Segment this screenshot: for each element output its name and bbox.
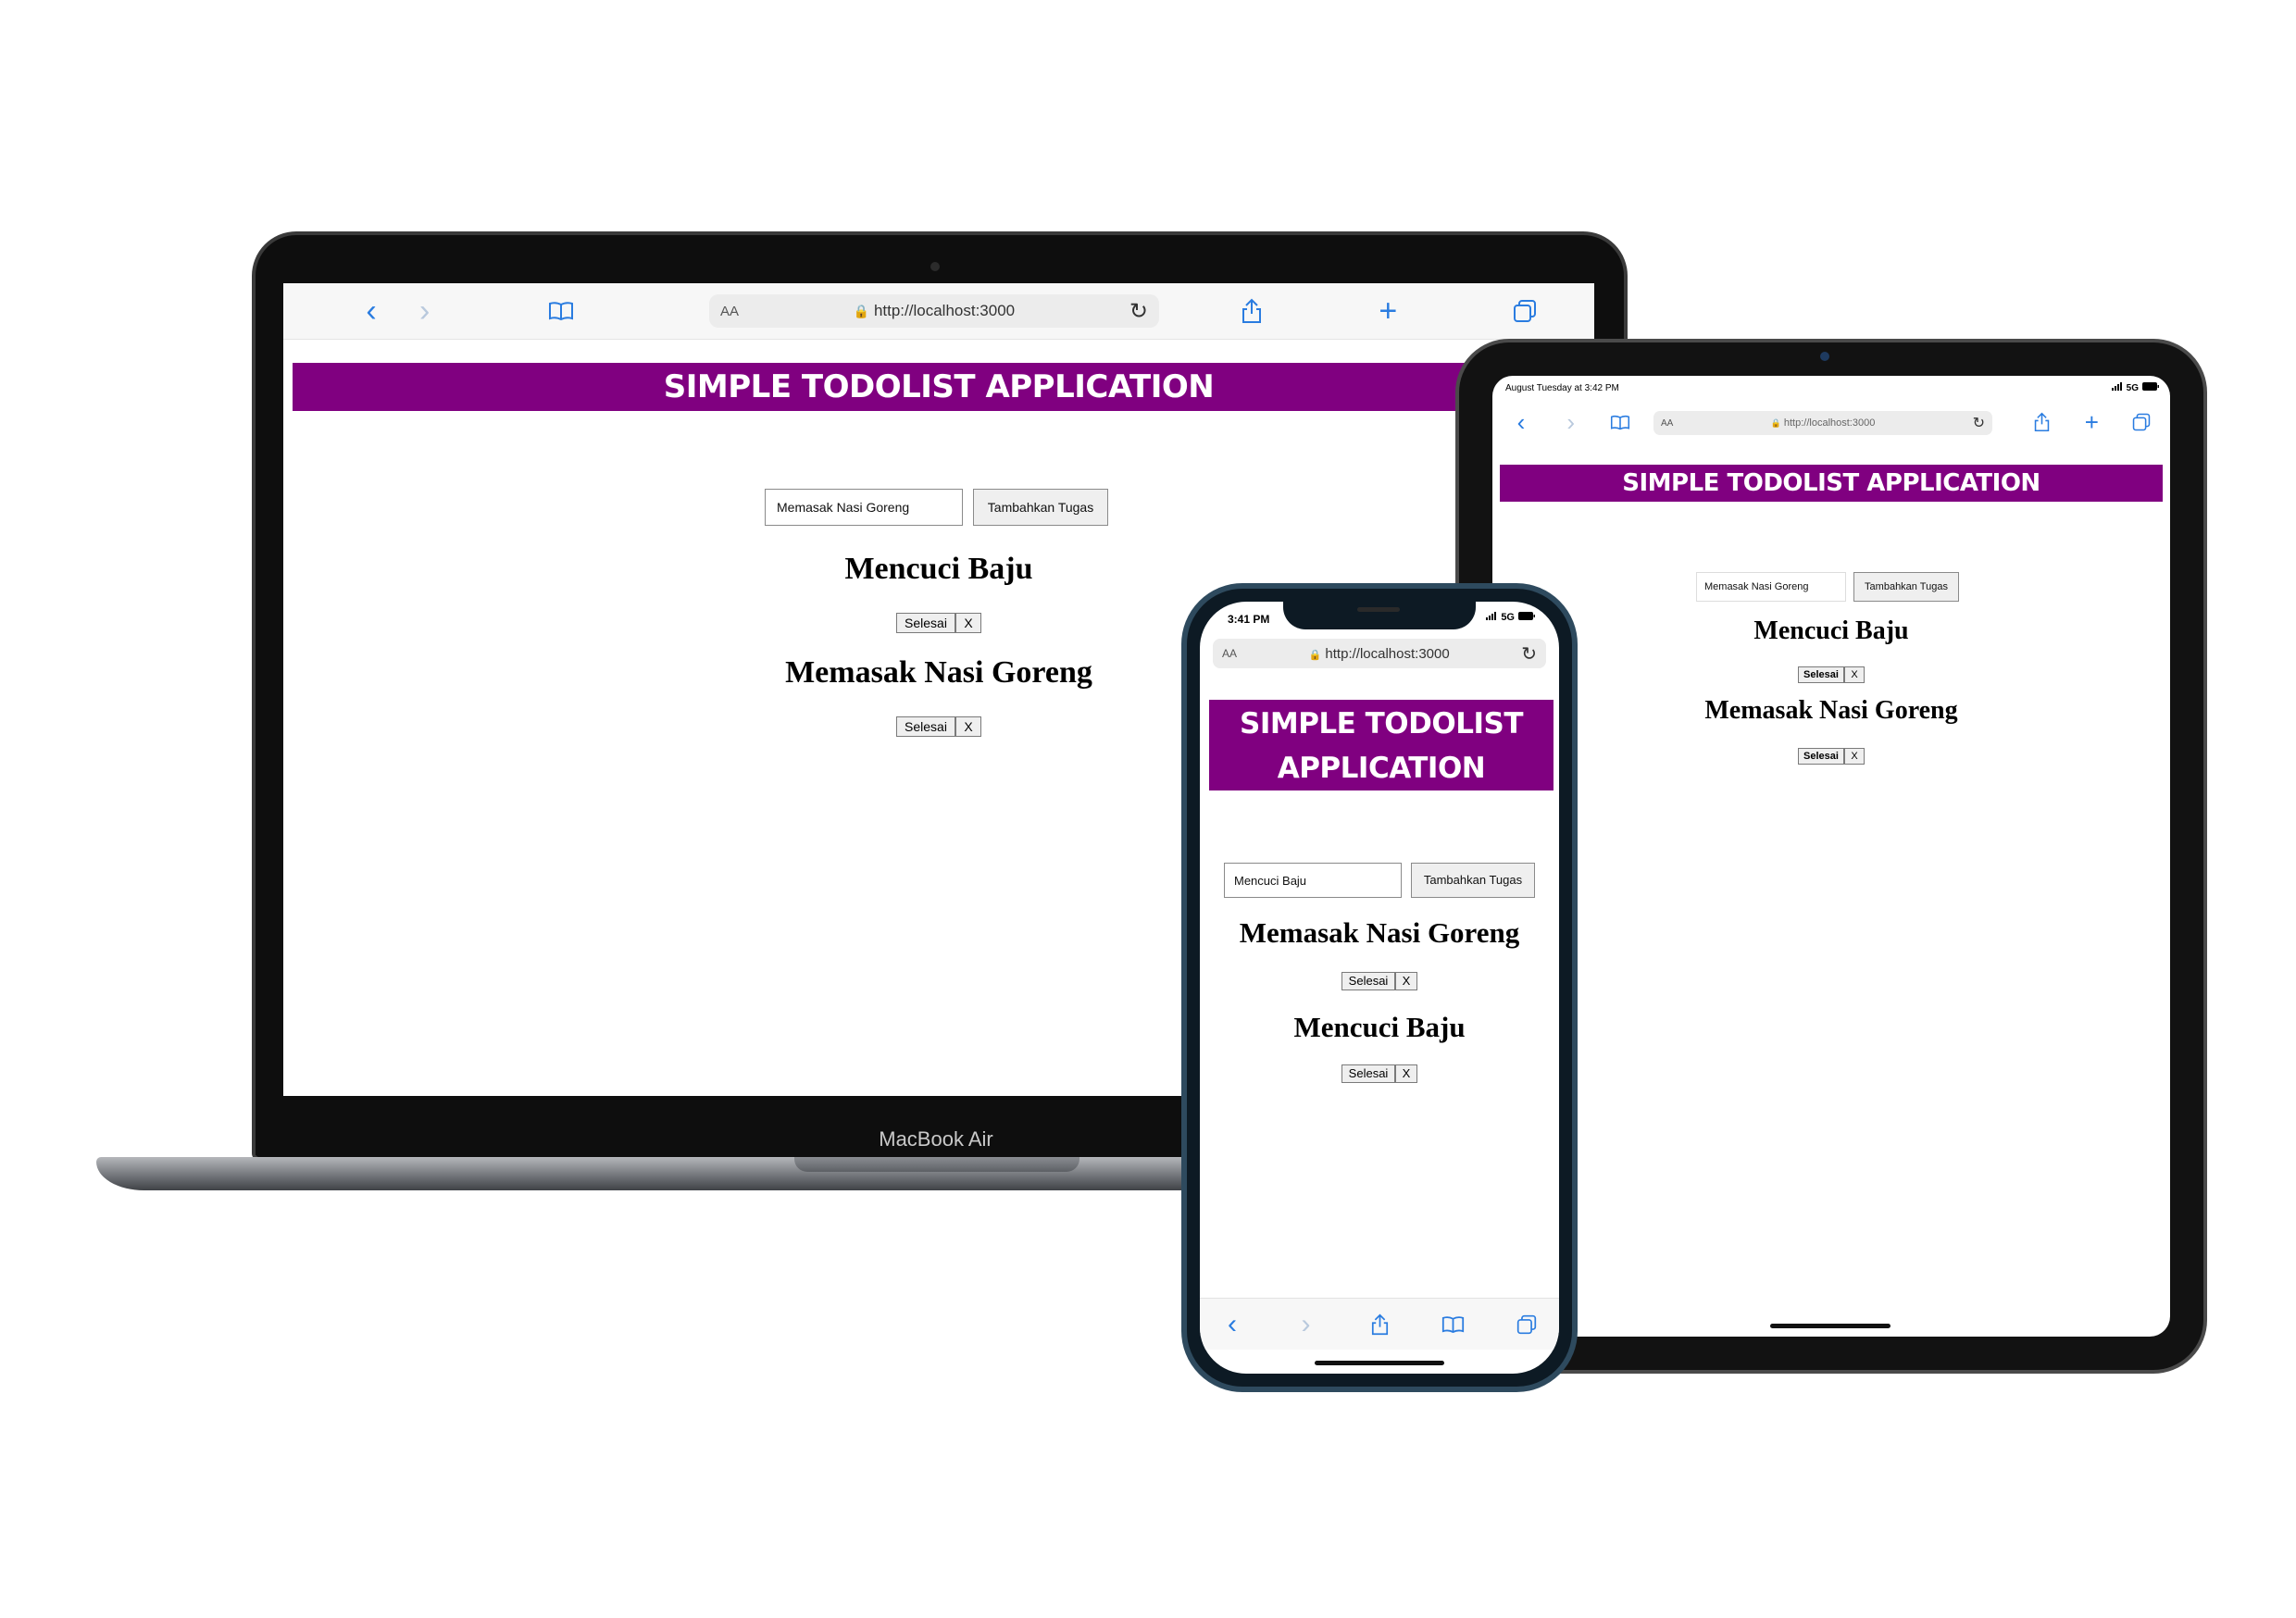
tabs-icon[interactable] bbox=[1515, 1314, 1539, 1335]
forward-icon[interactable]: › bbox=[411, 293, 439, 330]
task-actions: Selesai X bbox=[1492, 666, 2170, 683]
done-button[interactable]: Selesai bbox=[896, 613, 955, 633]
task-input[interactable] bbox=[765, 489, 963, 526]
reload-icon[interactable]: ↻ bbox=[1129, 298, 1148, 325]
done-button[interactable]: Selesai bbox=[1341, 972, 1395, 990]
toolbar-divider bbox=[283, 339, 1594, 340]
app-header: SIMPLE TODOLIST APPLICATION bbox=[293, 363, 1585, 411]
add-task-button[interactable]: Tambahkan Tugas bbox=[973, 489, 1108, 526]
back-icon[interactable]: ‹ bbox=[357, 293, 385, 330]
laptop-hinge bbox=[794, 1157, 1079, 1172]
delete-button[interactable]: X bbox=[955, 716, 981, 737]
share-icon[interactable] bbox=[2032, 412, 2053, 432]
task-actions: Selesai X bbox=[1200, 972, 1559, 990]
tabs-icon[interactable] bbox=[1511, 299, 1539, 323]
delete-button[interactable]: X bbox=[1844, 666, 1865, 683]
laptop-camera bbox=[930, 262, 940, 271]
app-header: SIMPLE TODOLIST APPLICATION bbox=[1500, 465, 2163, 502]
laptop-address-bar[interactable]: AA 🔒 http://localhost:3000 ↻ bbox=[709, 294, 1159, 328]
done-button[interactable]: Selesai bbox=[896, 716, 955, 737]
share-icon[interactable] bbox=[1367, 1313, 1391, 1336]
tablet-camera bbox=[1820, 352, 1829, 361]
bookmarks-icon[interactable] bbox=[1610, 415, 1630, 430]
battery-icon bbox=[2142, 382, 2159, 393]
battery-icon bbox=[1518, 612, 1535, 623]
task-title: Memasak Nasi Goreng bbox=[1239, 916, 1520, 949]
delete-button[interactable]: X bbox=[955, 613, 981, 633]
bookmarks-icon[interactable] bbox=[1441, 1315, 1466, 1334]
url-text: http://localhost:3000 bbox=[1325, 645, 1450, 662]
signal-icon bbox=[2111, 382, 2123, 393]
new-tab-icon[interactable]: + bbox=[2081, 408, 2102, 437]
phone-browser-toolbar: ‹ › bbox=[1200, 1298, 1559, 1350]
phone-notch bbox=[1283, 598, 1476, 629]
task-title: Mencuci Baju bbox=[844, 552, 1033, 586]
tablet-home-indicator[interactable] bbox=[1770, 1324, 1890, 1328]
app-header: SIMPLE TODOLIST APPLICATION bbox=[1209, 700, 1554, 790]
add-task-button[interactable]: Tambahkan Tugas bbox=[1411, 863, 1535, 898]
done-button[interactable]: Selesai bbox=[1341, 1064, 1395, 1083]
forward-icon[interactable]: › bbox=[1561, 408, 1581, 437]
app-header-line: APPLICATION bbox=[1277, 752, 1486, 785]
task-actions: Selesai X bbox=[1200, 1064, 1559, 1083]
app-header-line: SIMPLE TODOLIST bbox=[1240, 707, 1524, 741]
delete-button[interactable]: X bbox=[1844, 748, 1865, 765]
delete-button[interactable]: X bbox=[1395, 1064, 1417, 1083]
network-label: 5G bbox=[2126, 382, 2139, 393]
tablet-screen: August Tuesday at 3:42 PM 5G ‹ › + AA 🔒 … bbox=[1492, 376, 2170, 1337]
delete-button[interactable]: X bbox=[1395, 972, 1417, 990]
status-time: August Tuesday at 3:42 PM bbox=[1505, 383, 1619, 393]
task-title: Memasak Nasi Goreng bbox=[1704, 696, 1958, 725]
back-icon[interactable]: ‹ bbox=[1220, 1309, 1244, 1340]
forward-icon[interactable]: › bbox=[1294, 1309, 1318, 1340]
lock-icon: 🔒 bbox=[1308, 649, 1322, 661]
back-icon[interactable]: ‹ bbox=[1511, 408, 1531, 437]
tabs-icon[interactable] bbox=[2131, 413, 2152, 431]
reload-icon[interactable]: ↻ bbox=[1521, 642, 1537, 666]
url-text: http://localhost:3000 bbox=[1783, 417, 1876, 429]
share-icon[interactable] bbox=[1238, 298, 1266, 324]
reload-icon[interactable]: ↻ bbox=[1973, 414, 1985, 432]
network-label: 5G bbox=[1501, 612, 1515, 623]
add-task-button[interactable]: Tambahkan Tugas bbox=[1853, 572, 1959, 602]
done-button[interactable]: Selesai bbox=[1798, 748, 1844, 765]
signal-icon bbox=[1486, 612, 1497, 623]
done-button[interactable]: Selesai bbox=[1798, 666, 1844, 683]
lock-icon: 🔒 bbox=[1770, 418, 1781, 428]
laptop-brand-label: MacBook Air bbox=[879, 1127, 993, 1151]
phone-speaker bbox=[1357, 607, 1400, 612]
reader-button[interactable]: AA bbox=[720, 304, 739, 319]
phone-screen: 3:41 PM 5G AA 🔒 http://localhost:3000 ↻ … bbox=[1200, 602, 1559, 1374]
new-tab-icon[interactable]: + bbox=[1374, 293, 1402, 330]
task-input[interactable] bbox=[1696, 572, 1846, 602]
phone-home-indicator[interactable] bbox=[1315, 1361, 1444, 1365]
reader-button[interactable]: AA bbox=[1661, 418, 1673, 429]
task-input[interactable] bbox=[1224, 863, 1402, 898]
tablet-address-bar[interactable]: AA 🔒 http://localhost:3000 ↻ bbox=[1653, 411, 1992, 435]
task-title: Mencuci Baju bbox=[1753, 616, 1909, 645]
phone-address-bar[interactable]: AA 🔒 http://localhost:3000 ↻ bbox=[1213, 639, 1546, 668]
url-text: http://localhost:3000 bbox=[873, 302, 1016, 319]
bookmarks-icon[interactable] bbox=[547, 301, 575, 321]
lock-icon: 🔒 bbox=[853, 304, 870, 318]
reader-button[interactable]: AA bbox=[1222, 647, 1237, 660]
status-time: 3:41 PM bbox=[1228, 613, 1270, 626]
task-actions: Selesai X bbox=[1492, 748, 2170, 765]
task-title: Mencuci Baju bbox=[1293, 1011, 1466, 1043]
